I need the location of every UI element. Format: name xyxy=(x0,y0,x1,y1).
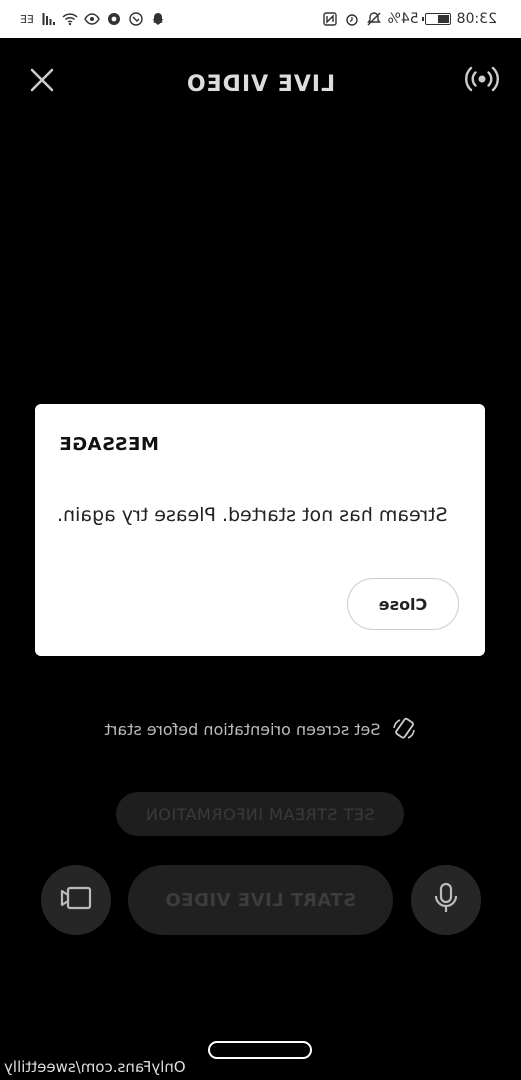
signal-icon xyxy=(40,11,56,27)
microphone-button[interactable] xyxy=(411,865,481,935)
snapchat-icon xyxy=(150,11,166,27)
microphone-icon xyxy=(433,882,459,918)
dialog-message: Stream has not started. Please try again… xyxy=(57,504,448,526)
broadcast-button[interactable] xyxy=(465,64,499,98)
page-title: LIVE VIDEO xyxy=(185,72,336,97)
battery-percent: 54% xyxy=(387,11,419,27)
set-stream-info-button[interactable]: SET STREAM INFORMATION xyxy=(116,792,404,836)
carrier-label: EE xyxy=(20,12,34,26)
flip-camera-button[interactable] xyxy=(41,865,111,935)
orientation-hint: Set screen orientation before start xyxy=(0,716,521,742)
nfc-icon xyxy=(322,11,338,27)
eye-icon xyxy=(84,11,100,27)
header: LIVE VIDEO xyxy=(0,38,521,130)
alarm-icon xyxy=(344,11,360,27)
flip-camera-icon xyxy=(59,885,93,915)
orientation-hint-text: Set screen orientation before start xyxy=(104,719,381,739)
battery-icon xyxy=(424,13,451,25)
start-live-video-button[interactable]: START LIVE VIDEO xyxy=(128,865,393,935)
message-dialog: MESSAGE Stream has not started. Please t… xyxy=(35,404,485,656)
watermark-text: OnlyFans.com/sweettilly xyxy=(4,1058,186,1076)
dialog-title: MESSAGE xyxy=(59,434,159,455)
status-bar: 23:08 54% EE xyxy=(0,0,521,38)
chrome-icon xyxy=(106,11,122,27)
home-indicator[interactable] xyxy=(208,1041,312,1059)
check-circle-icon xyxy=(128,11,144,27)
status-right: EE xyxy=(20,11,166,27)
silent-icon xyxy=(366,11,382,27)
live-video-screen: 23:08 54% EE LIVE VIDEO MESSAGE Stream h… xyxy=(0,0,521,1080)
rotate-icon xyxy=(391,716,417,742)
broadcast-icon xyxy=(465,65,499,97)
wifi-icon xyxy=(62,11,78,27)
status-time: 23:08 xyxy=(456,11,497,27)
status-left: 23:08 54% xyxy=(322,11,497,27)
dialog-close-button[interactable]: Close xyxy=(347,578,459,630)
